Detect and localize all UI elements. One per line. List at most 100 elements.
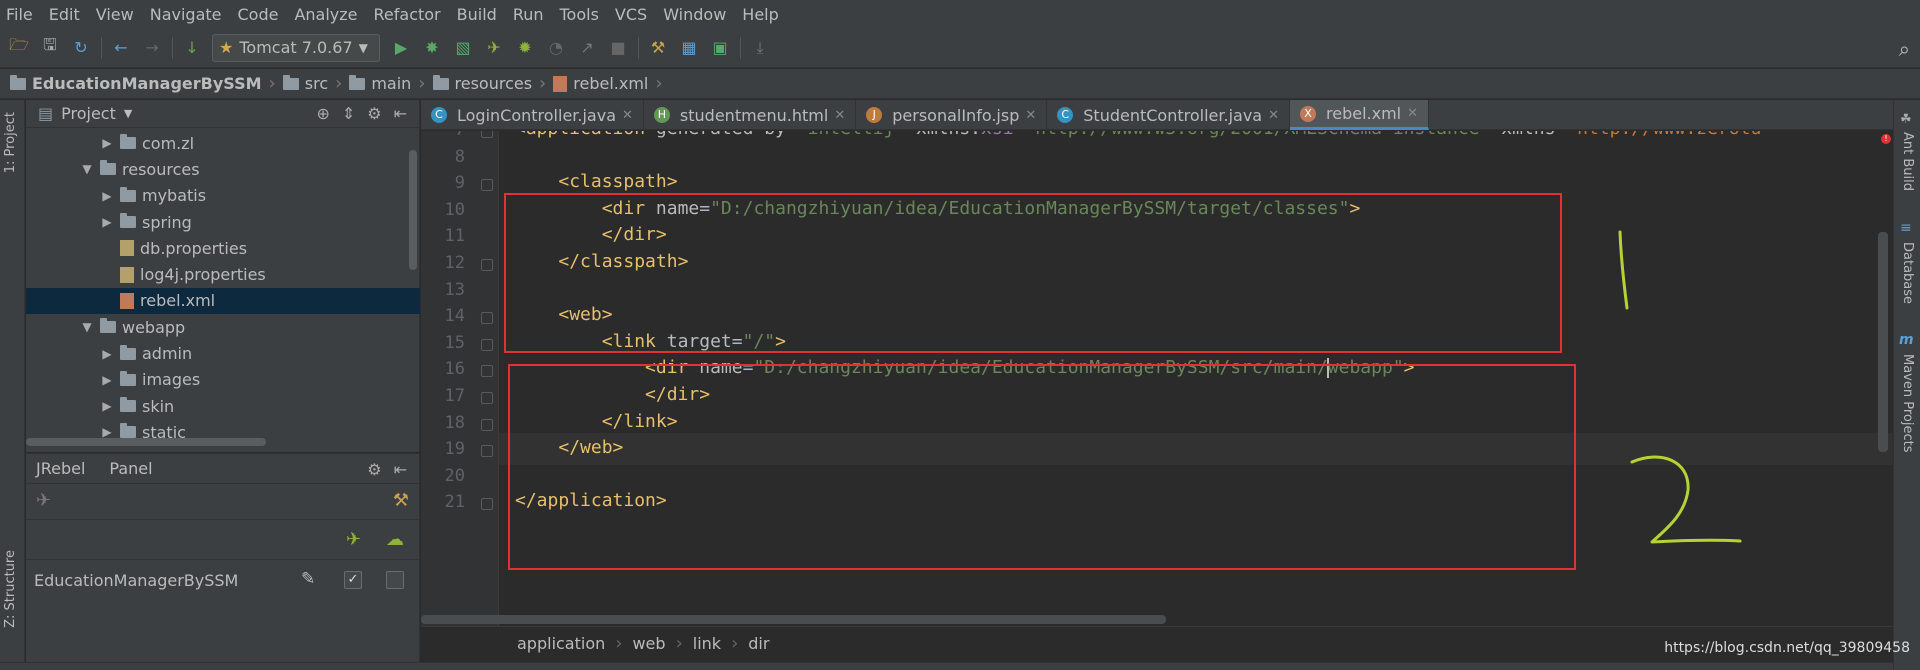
chevron-right-icon[interactable]: ▶ (100, 399, 114, 413)
menu-item-file[interactable]: File (6, 5, 33, 24)
menu-item-vcs[interactable]: VCS (615, 5, 647, 24)
menu-item-code[interactable]: Code (238, 5, 279, 24)
editor-vertical-scrollbar[interactable] (1878, 232, 1888, 452)
coverage-icon[interactable]: ▧ (452, 37, 474, 59)
rocket-icon[interactable]: ↗ (576, 37, 598, 59)
tree-item[interactable]: ▼ webapp (26, 314, 420, 340)
menu-item-navigate[interactable]: Navigate (150, 5, 222, 24)
project-tool-tab[interactable]: 1: Project (3, 112, 18, 173)
tab-logincontroller-java[interactable]: C LoginController.java ✕ (421, 100, 644, 130)
chevron-right-icon[interactable]: ▶ (100, 347, 114, 361)
editor-crumb-link[interactable]: link (693, 634, 721, 653)
fold-marker-icon[interactable] (481, 338, 493, 351)
tree-item[interactable]: ▶ skin (26, 393, 420, 419)
editor-crumb-web[interactable]: web (632, 634, 665, 653)
locate-icon[interactable]: ⊕ (316, 104, 329, 123)
jrebel-rocket-icon[interactable]: ✈ (36, 490, 51, 511)
vcs-icon[interactable]: ⤓ (749, 37, 771, 59)
error-indicator-icon[interactable]: ! (1881, 134, 1891, 144)
jrebel-run-icon[interactable]: ✈ (483, 37, 505, 59)
fold-marker-icon[interactable] (481, 131, 493, 138)
hide-icon[interactable]: ⇤ (394, 104, 407, 123)
chevron-right-icon[interactable]: ▶ (100, 189, 114, 203)
tree-item[interactable]: ▶ spring (26, 209, 420, 235)
gear-icon[interactable]: ⚙ (367, 460, 381, 479)
chevron-down-icon[interactable]: ▼ (80, 162, 94, 176)
tab-studentcontroller-java[interactable]: C StudentController.java ✕ (1047, 100, 1290, 130)
close-icon[interactable]: ✕ (622, 108, 633, 123)
tab-personalinfo-jsp[interactable]: JpersonalInfo.jsp ✕ (856, 100, 1048, 130)
tree-vertical-scrollbar[interactable] (409, 150, 417, 270)
menu-item-help[interactable]: Help (742, 5, 778, 24)
open-folder-icon[interactable]: 🗁 (8, 35, 30, 59)
menu-item-analyze[interactable]: Analyze (294, 5, 357, 24)
save-icon[interactable]: 🖫 (39, 35, 61, 59)
close-icon[interactable]: ✕ (1268, 108, 1279, 123)
menu-item-build[interactable]: Build (457, 5, 497, 24)
database-tool-tab[interactable]: Database (1900, 242, 1915, 304)
tree-item[interactable]: ▶ images (26, 367, 420, 393)
profile-icon[interactable]: ◔ (545, 37, 567, 59)
breadcrumb-src[interactable]: src (282, 74, 328, 93)
maven-projects-tool-tab[interactable]: Maven Projects (1900, 354, 1915, 453)
tree-item[interactable]: ▼ resources (26, 156, 420, 182)
pencil-icon[interactable]: ✎ (301, 569, 315, 589)
collapse-icon[interactable]: ⇕ (342, 104, 355, 123)
gear-icon[interactable]: ⚙ (367, 104, 381, 123)
chevron-down-icon[interactable]: ▼ (124, 107, 132, 120)
run-icon[interactable]: ▶ (390, 37, 412, 59)
editor-crumb-dir[interactable]: dir (748, 634, 769, 653)
menu-item-edit[interactable]: Edit (49, 5, 80, 24)
wrench-icon[interactable]: ⚒ (393, 490, 409, 511)
tree-item[interactable]: db.properties (26, 235, 420, 261)
editor-horizontal-scrollbar[interactable] (421, 615, 1166, 624)
search-everywhere-icon[interactable]: ⌕ (1899, 37, 1910, 61)
build-icon[interactable]: ↓ (181, 37, 203, 59)
menu-item-tools[interactable]: Tools (560, 5, 599, 24)
jrebel-debug-icon[interactable]: ✹ (514, 37, 536, 59)
debug-icon[interactable]: ✸ (421, 37, 443, 59)
chevron-right-icon[interactable]: ▶ (100, 215, 114, 229)
structure-tool-tab[interactable]: Z: Structure (3, 550, 18, 628)
chevron-right-icon[interactable]: ▶ (100, 136, 114, 150)
fold-marker-icon[interactable] (481, 179, 493, 192)
close-icon[interactable]: ✕ (1025, 108, 1036, 123)
jrebel-panel-subtitle[interactable]: Panel (109, 459, 152, 478)
fold-marker-icon[interactable] (481, 498, 493, 511)
chevron-right-icon[interactable]: ▶ (100, 373, 114, 387)
run-configuration-select[interactable]: ★ Tomcat 7.0.67 ▼ (212, 33, 380, 62)
sync-icon[interactable]: ↻ (70, 37, 92, 59)
fold-marker-icon[interactable] (481, 445, 493, 458)
fold-marker-icon[interactable] (481, 392, 493, 404)
jrebel-enable-checkbox[interactable]: ✓ (344, 571, 362, 589)
remote-enable-checkbox[interactable] (386, 571, 404, 589)
sdk-icon[interactable]: ▣ (709, 37, 731, 59)
fold-marker-icon[interactable] (481, 418, 493, 431)
menu-item-run[interactable]: Run (513, 5, 544, 24)
tree-item[interactable]: ▶ mybatis (26, 183, 420, 209)
fold-marker-icon[interactable] (481, 259, 493, 271)
menu-item-refactor[interactable]: Refactor (374, 5, 441, 24)
chevron-down-icon[interactable]: ▼ (80, 320, 94, 334)
tree-item[interactable]: log4j.properties (26, 261, 420, 287)
tree-item[interactable]: ▶ com.zl (26, 130, 420, 156)
project-structure-icon[interactable]: ▦ (678, 37, 700, 59)
jrebel-module-row[interactable]: EducationManagerBySSM ✎ ✓ (26, 560, 419, 600)
tree-item[interactable]: rebel.xml (26, 287, 420, 315)
settings-wrench-icon[interactable]: ⚒ (647, 37, 669, 59)
breadcrumb-resources[interactable]: resources (432, 74, 532, 93)
tree-horizontal-scrollbar[interactable] (26, 438, 266, 446)
forward-arrow-icon[interactable]: → (141, 37, 163, 59)
stop-icon[interactable]: ■ (607, 37, 629, 59)
close-icon[interactable]: ✕ (834, 108, 845, 123)
back-arrow-icon[interactable]: ← (110, 37, 132, 59)
breadcrumb-main[interactable]: main (349, 74, 411, 93)
tab-rebel-xml[interactable]: Xrebel.xml ✕ (1290, 100, 1430, 130)
fold-marker-icon[interactable] (481, 365, 493, 378)
hide-icon[interactable]: ⇤ (394, 460, 407, 479)
jrebel-panel-title[interactable]: JRebel (36, 459, 85, 478)
menu-item-view[interactable]: View (96, 5, 134, 24)
close-icon[interactable]: ✕ (1407, 106, 1418, 121)
editor-crumb-application[interactable]: application (517, 634, 605, 653)
breadcrumb-file[interactable]: rebel.xml (553, 74, 648, 93)
